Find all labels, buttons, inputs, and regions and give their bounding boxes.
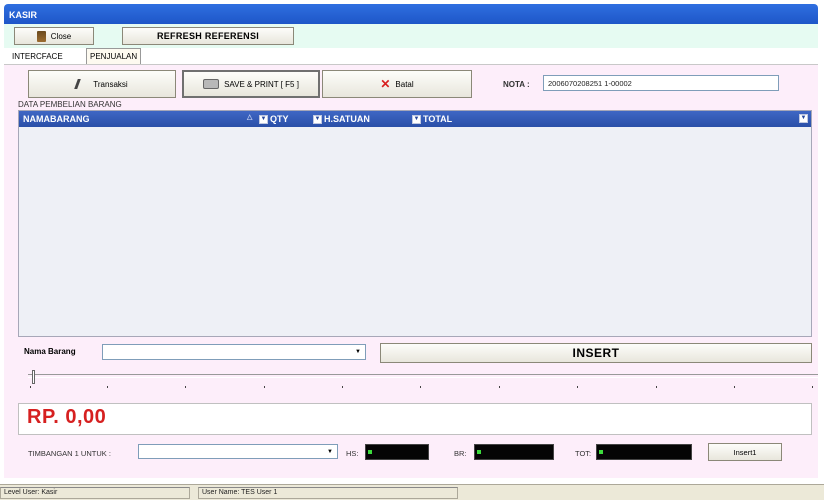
slider-tick xyxy=(656,386,657,388)
slider-tick xyxy=(734,386,735,388)
total-display: RP. 0,00 xyxy=(18,403,812,435)
filter-dropdown-icon[interactable]: ▼ xyxy=(313,114,322,124)
nota-field[interactable]: 2006070208251 1-00002 xyxy=(543,75,779,91)
door-icon xyxy=(36,30,46,42)
refresh-referensi-button[interactable]: REFRESH REFERENSI xyxy=(122,27,294,45)
tab-penjualan[interactable]: PENJUALAN xyxy=(86,48,142,64)
total-amount: RP. 0,00 xyxy=(27,406,107,428)
timbangan-select[interactable]: ▼ xyxy=(138,444,338,459)
insert-button[interactable]: INSERT xyxy=(380,343,812,363)
batal-label: Batal xyxy=(395,79,414,89)
grid-section-label: DATA PEMBELIAN BARANG xyxy=(18,100,122,109)
sort-icon: △ xyxy=(247,114,253,121)
chevron-down-icon[interactable]: ▼ xyxy=(324,446,336,458)
close-button[interactable]: Close xyxy=(14,27,94,45)
col-header-hsatuan[interactable]: ▼ H.SATUAN xyxy=(313,114,370,124)
slider-tick xyxy=(185,386,186,388)
column-chooser-icon[interactable]: ▼ xyxy=(799,114,808,123)
grid-header: NAMABARANG △ ▼ QTY ▼ H.SATUAN ▼ TOTAL ▼ xyxy=(19,111,811,127)
close-label: Close xyxy=(50,31,72,41)
insert1-button[interactable]: Insert1 xyxy=(708,443,782,461)
slider-tick xyxy=(499,386,500,388)
slider-thumb[interactable] xyxy=(32,370,35,384)
slider-tick xyxy=(264,386,265,388)
col-header-namabarang[interactable]: NAMABARANG xyxy=(23,114,90,124)
slider-tick xyxy=(420,386,421,388)
hs-display xyxy=(365,444,429,460)
printer-icon xyxy=(203,79,220,89)
tab-interface[interactable]: INTERCFACE xyxy=(10,51,65,62)
status-led-icon xyxy=(368,450,372,454)
status-user-name: User Name: TES User 1 xyxy=(198,487,458,499)
batal-button[interactable]: ✕ Batal xyxy=(322,70,472,98)
tot-display xyxy=(596,444,692,460)
col-header-qty[interactable]: ▼ QTY xyxy=(259,114,289,124)
window-title: KASIR xyxy=(4,4,818,24)
slider-tick xyxy=(577,386,578,388)
status-led-icon xyxy=(477,450,481,454)
tab-strip: INTERCFACE PENJUALAN xyxy=(4,48,818,64)
status-bar: Level User: Kasir User Name: TES User 1 xyxy=(0,484,824,500)
nama-barang-label: Nama Barang xyxy=(24,347,76,356)
br-label: BR: xyxy=(454,449,467,458)
hs-label: HS: xyxy=(346,449,359,458)
save-print-button[interactable]: SAVE & PRINT [ F5 ] xyxy=(182,70,320,98)
col-total-label: TOTAL xyxy=(423,114,453,124)
top-toolbar: Close REFRESH REFERENSI xyxy=(4,24,818,48)
status-level-user: Level User: Kasir xyxy=(0,487,190,499)
close-x-icon: ✕ xyxy=(380,77,391,91)
filter-dropdown-icon[interactable]: ▼ xyxy=(259,114,268,124)
quantity-slider[interactable] xyxy=(28,368,818,392)
slider-tick xyxy=(812,386,813,388)
col-header-total[interactable]: ▼ TOTAL xyxy=(412,114,452,124)
chevron-down-icon[interactable]: ▼ xyxy=(352,346,364,358)
filter-dropdown-icon[interactable]: ▼ xyxy=(412,114,421,124)
col-hsatuan-label: H.SATUAN xyxy=(324,114,370,124)
slider-tick xyxy=(107,386,108,388)
timbangan-label: TIMBANGAN 1 UNTUK : xyxy=(28,449,111,458)
nota-label: NOTA : xyxy=(503,80,530,89)
slider-tick xyxy=(342,386,343,388)
slider-track xyxy=(28,374,818,378)
transaksi-label: Transaksi xyxy=(93,79,128,89)
br-display xyxy=(474,444,554,460)
nama-barang-select[interactable]: ▼ xyxy=(102,344,366,360)
transaksi-icon xyxy=(74,79,91,89)
status-led-icon xyxy=(599,450,603,454)
slider-tick xyxy=(30,386,31,388)
purchase-grid[interactable]: NAMABARANG △ ▼ QTY ▼ H.SATUAN ▼ TOTAL ▼ xyxy=(18,110,812,337)
tot-label: TOT: xyxy=(575,449,592,458)
col-qty-label: QTY xyxy=(270,114,289,124)
penjualan-panel: Transaksi SAVE & PRINT [ F5 ] ✕ Batal NO… xyxy=(4,64,818,478)
save-print-label: SAVE & PRINT [ F5 ] xyxy=(224,79,299,89)
transaksi-button[interactable]: Transaksi xyxy=(28,70,176,98)
